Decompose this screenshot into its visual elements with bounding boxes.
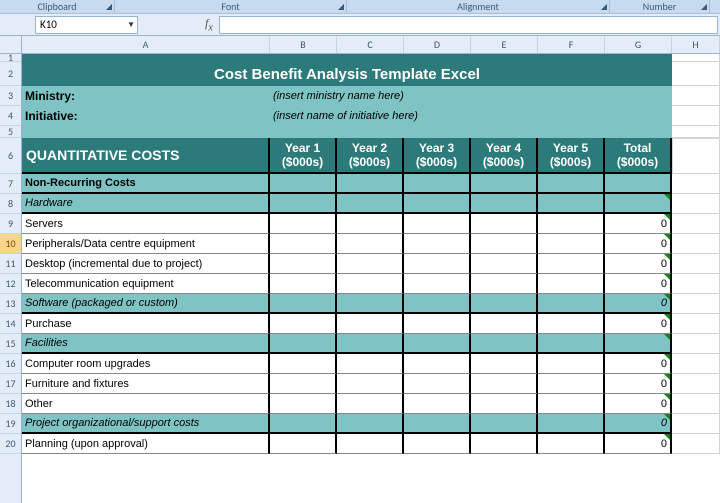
expand-icon[interactable]: ◢ bbox=[338, 2, 344, 12]
row-header-19[interactable]: 19 bbox=[0, 414, 21, 434]
row-header-11[interactable]: 11 bbox=[0, 254, 21, 274]
ribbon-group-clipboard[interactable]: Clipboard◢ bbox=[0, 0, 115, 13]
total-header[interactable]: Total ($000s) bbox=[605, 138, 672, 174]
ministry-value[interactable]: (insert ministry name here) bbox=[270, 86, 672, 106]
table-row: Hardware bbox=[22, 194, 720, 214]
row-header-18[interactable]: 18 bbox=[0, 394, 21, 414]
col-header-A[interactable]: A bbox=[22, 36, 270, 53]
col-header-G[interactable]: G bbox=[605, 36, 672, 53]
year3-header[interactable]: Year 3 ($000s) bbox=[404, 138, 471, 174]
fx-icon[interactable]: fx bbox=[205, 16, 213, 33]
row-header-4[interactable]: 4 bbox=[0, 106, 21, 126]
spreadsheet-grid: 1 2 3 4 5 6 7 8 9 10 11 12 13 14 15 16 1… bbox=[0, 36, 720, 503]
document-title[interactable]: Cost Benefit Analysis Template Excel bbox=[22, 62, 672, 86]
col-header-H[interactable]: H bbox=[672, 36, 720, 53]
expand-icon[interactable]: ◢ bbox=[601, 2, 607, 12]
ribbon-group-labels: Clipboard◢ Font◢ Alignment◢ Number◢ bbox=[0, 0, 720, 14]
chevron-down-icon[interactable]: ▼ bbox=[127, 20, 135, 30]
formula-bar[interactable] bbox=[219, 16, 718, 34]
initiative-value[interactable]: (insert name of initiative here) bbox=[270, 106, 672, 126]
row-header-17[interactable]: 17 bbox=[0, 374, 21, 394]
initiative-row: Initiative: (insert name of initiative h… bbox=[22, 106, 720, 126]
ribbon-group-font[interactable]: Font◢ bbox=[115, 0, 347, 13]
section-header[interactable]: QUANTITATIVE COSTS bbox=[22, 138, 270, 174]
table-row: Peripherals/Data centre equipment0 bbox=[22, 234, 720, 254]
table-row: Project organizational/support costs0 bbox=[22, 414, 720, 434]
formula-bar-area: K10 ▼ fx bbox=[0, 14, 720, 36]
spacer-row bbox=[22, 126, 720, 138]
title-row: Cost Benefit Analysis Template Excel bbox=[22, 62, 720, 86]
table-row: Desktop (incremental due to project)0 bbox=[22, 254, 720, 274]
row-header-7[interactable]: 7 bbox=[0, 174, 21, 194]
name-box-value: K10 bbox=[40, 18, 57, 31]
year5-header[interactable]: Year 5 ($000s) bbox=[538, 138, 605, 174]
table-row: Telecommunication equipment0 bbox=[22, 274, 720, 294]
year1-header[interactable]: Year 1 ($000s) bbox=[270, 138, 337, 174]
name-box[interactable]: K10 ▼ bbox=[35, 16, 138, 34]
column-headers: A B C D E F G H bbox=[22, 36, 720, 54]
row-header-16[interactable]: 16 bbox=[0, 354, 21, 374]
table-row: Facilities bbox=[22, 334, 720, 354]
table-row: Computer room upgrades0 bbox=[22, 354, 720, 374]
row-header-10[interactable]: 10 bbox=[0, 234, 21, 254]
table-row: Furniture and fixtures0 bbox=[22, 374, 720, 394]
row-header-8[interactable]: 8 bbox=[0, 194, 21, 214]
row-header-6[interactable]: 6 bbox=[0, 138, 21, 174]
ribbon-group-alignment[interactable]: Alignment◢ bbox=[347, 0, 610, 13]
row-header-13[interactable]: 13 bbox=[0, 294, 21, 314]
table-row: Purchase0 bbox=[22, 314, 720, 334]
row-header-9[interactable]: 9 bbox=[0, 214, 21, 234]
row-header-3[interactable]: 3 bbox=[0, 86, 21, 106]
col-header-B[interactable]: B bbox=[270, 36, 337, 53]
table-row: Software (packaged or custom)0 bbox=[22, 294, 720, 314]
row-header-15[interactable]: 15 bbox=[0, 334, 21, 354]
table-row: Other0 bbox=[22, 394, 720, 414]
year2-header[interactable]: Year 2 ($000s) bbox=[337, 138, 404, 174]
ministry-label[interactable]: Ministry: bbox=[22, 86, 270, 106]
year4-header[interactable]: Year 4 ($000s) bbox=[471, 138, 538, 174]
table-row: Planning (upon approval)0 bbox=[22, 434, 720, 454]
table-row bbox=[22, 54, 720, 62]
row-headers: 1 2 3 4 5 6 7 8 9 10 11 12 13 14 15 16 1… bbox=[0, 36, 22, 503]
row-header-2[interactable]: 2 bbox=[0, 62, 21, 86]
table-row: Servers0 bbox=[22, 214, 720, 234]
row-header-12[interactable]: 12 bbox=[0, 274, 21, 294]
initiative-label[interactable]: Initiative: bbox=[22, 106, 270, 126]
col-header-F[interactable]: F bbox=[538, 36, 605, 53]
row-header-14[interactable]: 14 bbox=[0, 314, 21, 334]
expand-icon[interactable]: ◢ bbox=[106, 2, 112, 12]
expand-icon[interactable]: ◢ bbox=[701, 2, 707, 12]
header-row: QUANTITATIVE COSTS Year 1 ($000s) Year 2… bbox=[22, 138, 720, 174]
ministry-row: Ministry: (insert ministry name here) bbox=[22, 86, 720, 106]
col-header-D[interactable]: D bbox=[404, 36, 471, 53]
col-header-E[interactable]: E bbox=[471, 36, 538, 53]
table-row: Non-Recurring Costs bbox=[22, 174, 720, 194]
col-header-C[interactable]: C bbox=[337, 36, 404, 53]
row-header-20[interactable]: 20 bbox=[0, 434, 21, 454]
row-header-1[interactable]: 1 bbox=[0, 54, 21, 62]
ribbon-group-number[interactable]: Number◢ bbox=[610, 0, 710, 13]
row-header-5[interactable]: 5 bbox=[0, 126, 21, 138]
